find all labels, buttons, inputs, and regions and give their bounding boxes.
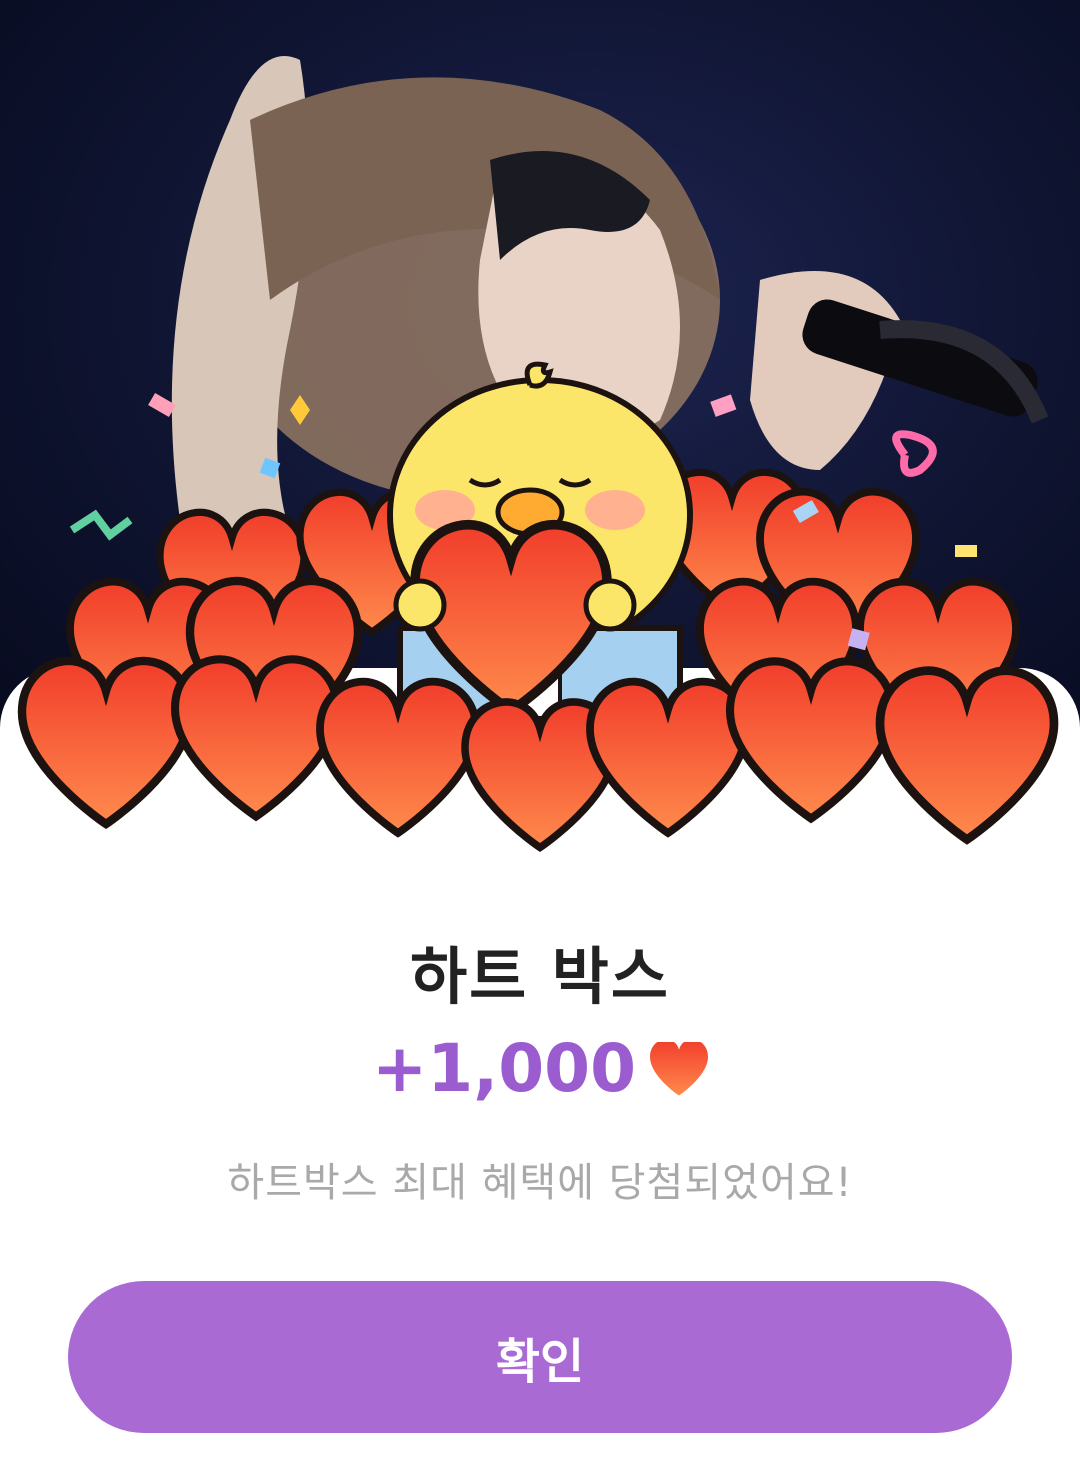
reward-message: 하트박스 최대 혜택에 당첨되었어요! [227, 1160, 853, 1206]
reward-amount: +1,000 [371, 1030, 637, 1107]
popup-title: 하트 박스 [410, 940, 670, 1013]
heart-icon [650, 1041, 709, 1096]
reward-amount-row: +1,000 [0, 1030, 1080, 1107]
heart-box-illustration [0, 361, 1080, 880]
confirm-button[interactable]: 확인 [68, 1281, 1012, 1433]
